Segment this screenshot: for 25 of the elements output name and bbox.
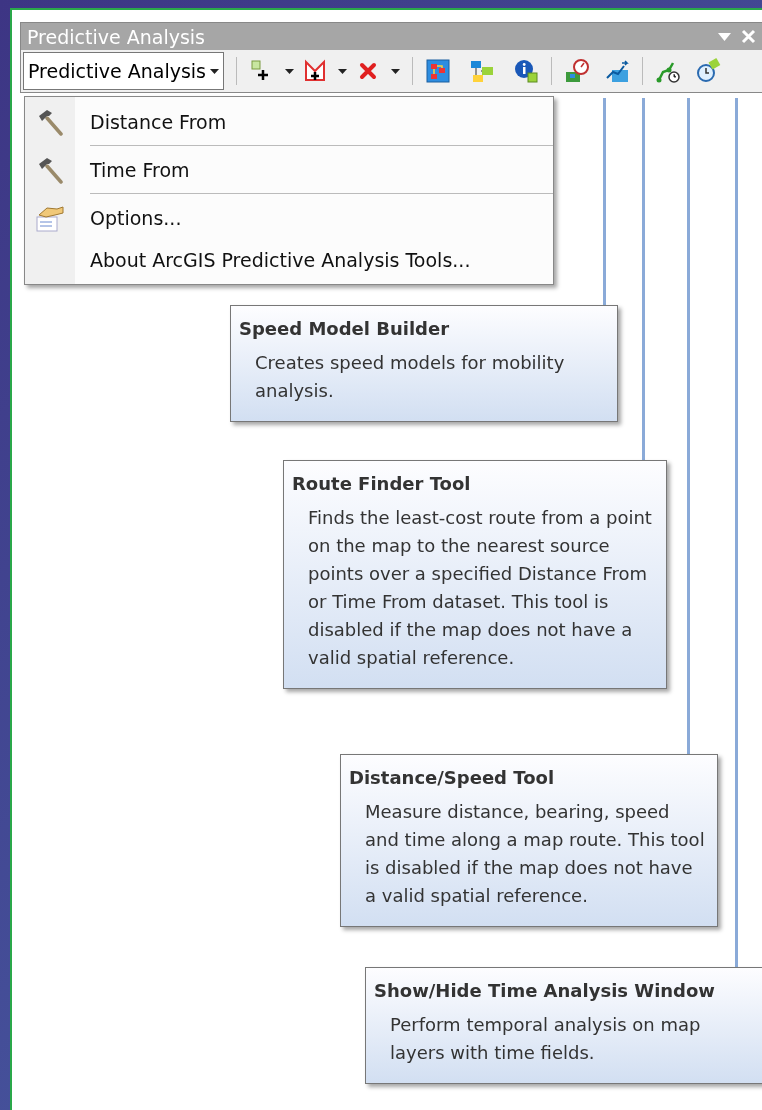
caret-icon[interactable] <box>391 68 400 74</box>
route-icon[interactable] <box>604 58 630 84</box>
menu-item[interactable]: About ArcGIS Predictive Analysis Tools... <box>25 240 553 280</box>
gauge-icon[interactable] <box>564 58 590 84</box>
info-icon[interactable] <box>513 58 539 84</box>
caret-icon[interactable] <box>285 68 294 74</box>
menu-item[interactable]: Time From <box>25 147 553 192</box>
tooltip-description: Creates speed models for mobility analysis. <box>255 351 566 403</box>
toolbar-dropdown[interactable]: Predictive Analysis <box>23 52 224 90</box>
map-icon[interactable] <box>425 58 451 84</box>
menu-item[interactable]: Distance From <box>25 99 553 144</box>
tooltip-description: Measure distance, bearing, speed and time along a map route. This tool is disabled if the map does not have a valid spatial reference. <box>365 800 706 908</box>
tooltip-title: Speed Model Builder <box>239 318 451 339</box>
stopwatch-icon[interactable] <box>695 58 721 84</box>
tooltip-description: Perform temporal analysis on map layers with time fields. <box>390 1013 702 1065</box>
tooltip-title: Distance/Speed Tool <box>349 767 556 788</box>
dropdown-caret-icon[interactable] <box>210 68 219 74</box>
tooltip-title: Route Finder Tool <box>292 473 472 494</box>
caret-icon[interactable] <box>338 68 347 74</box>
menu-item[interactable]: Options... <box>25 195 553 240</box>
add-feature-icon[interactable] <box>302 58 328 84</box>
tooltip-description: Finds the least-cost route from a point on the map to the nearest source points over a specified Distance From or Time From dataset. This tool is disabled if the map does not have a valid spatial reference. <box>308 506 653 670</box>
flowchart-icon[interactable] <box>469 58 495 84</box>
tooltip-title: Show/Hide Time Analysis Window <box>374 980 716 1001</box>
window-title: Predictive Analysis <box>27 25 206 48</box>
